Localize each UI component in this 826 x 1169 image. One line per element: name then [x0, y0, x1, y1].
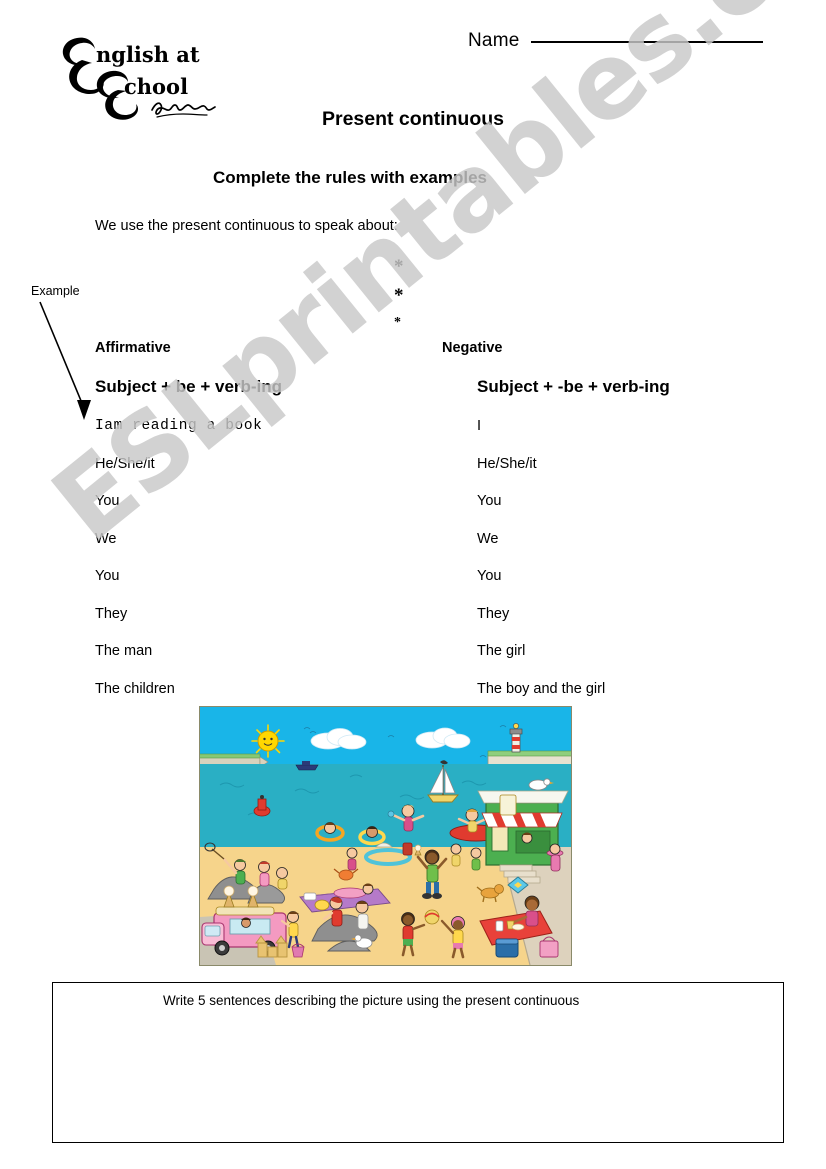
negative-heading: Negative [442, 340, 503, 356]
intro-text: We use the present continuous to speak a… [95, 218, 398, 234]
affirmative-row-the-man[interactable]: The man [95, 643, 425, 660]
affirmative-rows: Iam reading a book He/She/it You We You … [95, 418, 425, 698]
answer-box[interactable]: Write 5 sentences describing the picture… [52, 982, 784, 1143]
negative-row-they[interactable]: They [477, 606, 782, 623]
affirmative-row-we[interactable]: We [95, 531, 425, 548]
negative-formula-emphasis: -be [557, 377, 584, 396]
affirmative-row-you-2[interactable]: You [95, 568, 425, 585]
negative-formula-suffix: + verb-ing [583, 377, 670, 396]
negative-row-we[interactable]: We [477, 531, 782, 548]
page-subtitle: Complete the rules with examples [213, 168, 487, 187]
negative-row-you-2[interactable]: You [477, 568, 782, 585]
negative-formula-prefix: Subject + [477, 377, 558, 396]
svg-text:chool: chool [124, 74, 188, 99]
affirmative-heading: Affirmative [95, 340, 171, 356]
negative-row-the-boy-and-the-girl[interactable]: The boy and the girl [477, 681, 782, 698]
name-field[interactable]: Name [468, 30, 763, 52]
negative-formula: Subject + -be + verb-ing [477, 377, 782, 397]
affirmative-row-they[interactable]: They [95, 606, 425, 623]
asterisk-bullet-1: * [394, 256, 404, 277]
name-write-line[interactable] [530, 41, 763, 43]
answer-box-prompt: Write 5 sentences describing the picture… [163, 993, 580, 1008]
affirmative-column: Affirmative Subject + be + verb-ing Iam … [95, 340, 425, 719]
affirmative-row-the-children[interactable]: The children [95, 681, 425, 698]
negative-column: Negative Subject + -be + verb-ing I He/S… [442, 340, 782, 719]
negative-row-you-1[interactable]: You [477, 493, 782, 510]
negative-row-i[interactable]: I [477, 418, 782, 435]
page-title: Present continuous [321, 108, 505, 130]
negative-rows: I He/She/it You We You They The girl The… [477, 418, 782, 698]
asterisk-bullet-3: * [394, 315, 401, 330]
worksheet-page: nglish at chool Name Present continuous … [0, 0, 826, 1169]
affirmative-row-heshit[interactable]: He/She/it [95, 456, 425, 473]
beach-scene-illustration [199, 706, 572, 966]
name-label: Name [468, 30, 520, 51]
affirmative-row-you-1[interactable]: You [95, 493, 425, 510]
negative-row-the-girl[interactable]: The girl [477, 643, 782, 660]
svg-text:nglish at: nglish at [96, 42, 200, 67]
negative-row-heshit[interactable]: He/She/it [477, 456, 782, 473]
affirmative-row-example[interactable]: Iam reading a book [95, 418, 425, 435]
asterisk-bullet-2: * [394, 285, 404, 306]
affirmative-formula: Subject + be + verb-ing [95, 377, 283, 396]
